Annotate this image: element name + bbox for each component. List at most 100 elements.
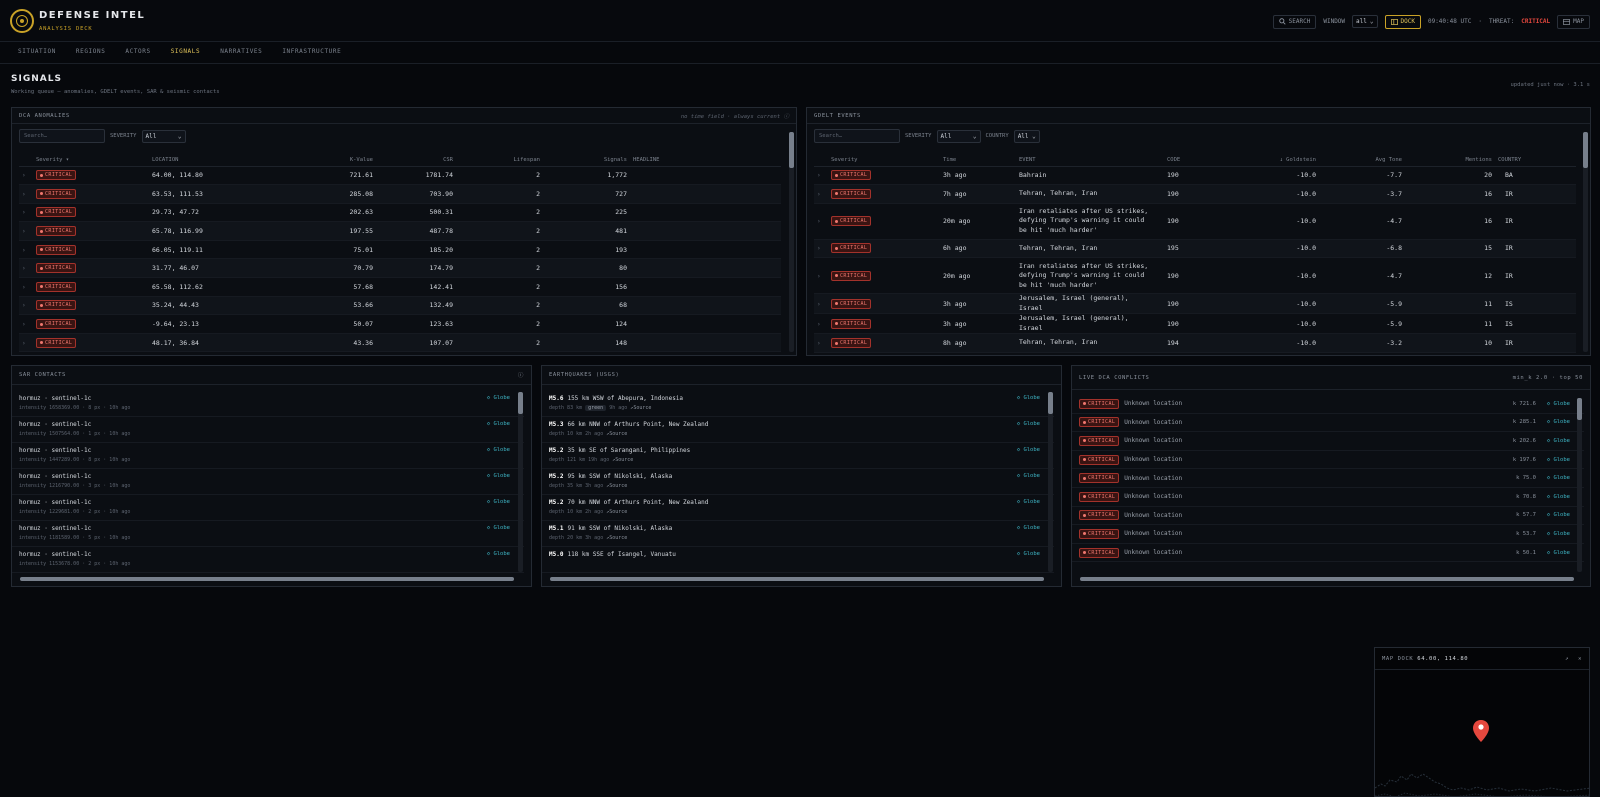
globe-link[interactable]: ◇ Globe (1017, 551, 1040, 557)
globe-link[interactable]: ◇ Globe (1547, 419, 1570, 425)
column-header[interactable]: HEADLINE (630, 154, 781, 167)
table-row[interactable]: › CRITICAL 35.24, 44.43 53.66 132.49 2 68 (19, 296, 781, 316)
info-icon[interactable]: ⓘ (518, 371, 524, 379)
globe-link[interactable]: ◇ Globe (1017, 525, 1040, 531)
chevron-right-icon[interactable]: › (22, 302, 26, 309)
table-row[interactable]: › CRITICAL 63.53, 111.53 285.08 703.90 2 727 (19, 184, 781, 204)
globe-link[interactable]: ◇ Globe (1547, 457, 1570, 463)
column-header[interactable]: Mentions (1405, 154, 1495, 167)
chevron-right-icon[interactable]: › (22, 191, 26, 198)
chevron-right-icon[interactable]: › (817, 218, 821, 225)
search-button[interactable]: SEARCH (1272, 14, 1317, 29)
globe-link[interactable]: ◇ Globe (1017, 447, 1040, 453)
column-header[interactable]: Severity ▾ (33, 154, 149, 167)
list-item[interactable]: hormuz · sentinel-1c intensity 1447289.00… (12, 443, 524, 469)
list-item[interactable]: CRITICAL Unknown location k 197.6 ◇ Globe (1072, 451, 1584, 470)
globe-link[interactable]: ◇ Globe (1547, 512, 1570, 518)
globe-link[interactable]: ◇ Globe (1547, 438, 1570, 444)
country-select[interactable]: All ⌄ (1013, 129, 1040, 143)
globe-link[interactable]: ◇ Globe (487, 551, 510, 557)
chevron-right-icon[interactable]: › (817, 191, 821, 198)
column-header[interactable]: Severity (828, 154, 940, 167)
list-item[interactable]: CRITICAL Unknown location k 50.1 ◇ Globe (1072, 544, 1584, 563)
scrollbar-thumb[interactable] (1048, 392, 1053, 414)
chevron-right-icon[interactable]: › (22, 209, 26, 216)
list-item[interactable]: hormuz · sentinel-1c intensity 1229681.00… (12, 495, 524, 521)
table-row[interactable]: › CRITICAL 66.05, 119.11 75.01 185.20 2 193 (19, 240, 781, 260)
close-icon[interactable]: ✕ (1578, 656, 1582, 662)
column-header[interactable]: Lifespan (456, 154, 543, 167)
table-row[interactable]: › CRITICAL 65.78, 116.99 197.55 487.78 2 481 (19, 221, 781, 241)
column-header[interactable]: K-Value (269, 154, 376, 167)
scrollbar[interactable] (1577, 398, 1582, 572)
list-item[interactable]: CRITICAL Unknown location k 721.6 ◇ Globe (1072, 395, 1584, 414)
list-item[interactable]: hormuz · sentinel-1c intensity 1658369.00… (12, 391, 524, 417)
globe-link[interactable]: ◇ Globe (487, 473, 510, 479)
list-item[interactable]: CRITICAL Unknown location k 285.1 ◇ Globe (1072, 414, 1584, 433)
globe-link[interactable]: ◇ Globe (1017, 421, 1040, 427)
globe-link[interactable]: ◇ Globe (1547, 531, 1570, 537)
list-item[interactable]: CRITICAL Unknown location k 75.0 ◇ Globe (1072, 469, 1584, 488)
globe-link[interactable]: ◇ Globe (487, 499, 510, 505)
map-pin-icon[interactable] (1473, 720, 1489, 742)
chevron-right-icon[interactable]: › (22, 228, 26, 235)
globe-link[interactable]: ◇ Globe (487, 447, 510, 453)
list-item[interactable]: M5.6 155 km WSW of Abepura, Indonesia dept… (542, 391, 1054, 417)
scrollbar-thumb[interactable] (1583, 132, 1588, 168)
list-item[interactable]: M5.0 118 km SSE of Isangel, Vanuatu ◇ Glob… (542, 547, 1054, 573)
chevron-right-icon[interactable]: › (817, 340, 821, 347)
table-row[interactable]: › CRITICAL 31.77, 46.07 70.79 174.79 2 80 (19, 258, 781, 279)
source-link[interactable]: ↗Source (606, 509, 627, 515)
chevron-right-icon[interactable]: › (22, 265, 26, 272)
dock-button[interactable]: DOCK (1384, 14, 1421, 29)
horizontal-scrollbar[interactable] (550, 577, 1044, 581)
tab-signals[interactable]: SIGNALS (160, 43, 211, 64)
table-row[interactable]: › CRITICAL 20m ago Iran retaliates after US… (814, 203, 1576, 240)
source-link[interactable]: ↗Source (606, 483, 627, 489)
list-item[interactable]: M5.2 35 km SE of Sarangani, Philippines de… (542, 443, 1054, 469)
list-item[interactable]: M5.2 95 km SSW of Nikolski, Alaska depth 3… (542, 469, 1054, 495)
search-input[interactable]: Search… (19, 129, 105, 143)
scrollbar-thumb[interactable] (1577, 398, 1582, 420)
horizontal-scrollbar[interactable] (1080, 577, 1574, 581)
scrollbar[interactable] (1048, 392, 1053, 572)
scrollbar-thumb[interactable] (518, 392, 523, 414)
table-row[interactable]: › CRITICAL 8h ago Tehran, Tehran, Iran 194 -1… (814, 333, 1576, 353)
globe-link[interactable]: ◇ Globe (1017, 499, 1040, 505)
column-header[interactable]: Time (940, 154, 1016, 167)
chevron-right-icon[interactable]: › (22, 172, 26, 179)
severity-select[interactable]: All ⌄ (141, 129, 186, 143)
chevron-right-icon[interactable]: › (22, 284, 26, 291)
table-row[interactable]: › CRITICAL 20m ago Iran retaliates after US… (814, 257, 1576, 295)
globe-link[interactable]: ◇ Globe (1547, 475, 1570, 481)
globe-link[interactable]: ◇ Globe (1547, 550, 1570, 556)
globe-link[interactable]: ◇ Globe (1547, 494, 1570, 500)
horizontal-scrollbar[interactable] (20, 577, 514, 581)
scrollbar-thumb[interactable] (789, 132, 794, 168)
source-link[interactable]: ↗Source (606, 535, 627, 541)
globe-link[interactable]: ◇ Globe (487, 421, 510, 427)
column-header[interactable]: Avg Tone (1319, 154, 1405, 167)
table-row[interactable]: › CRITICAL 64.00, 114.80 721.61 1781.74 2 1,77… (19, 166, 781, 186)
globe-link[interactable]: ◇ Globe (487, 525, 510, 531)
external-link-icon[interactable]: ↗ (1565, 656, 1569, 662)
table-row[interactable]: › CRITICAL 3h ago Bahrain 190 -10.0 -7.7 20 BA (814, 166, 1576, 186)
list-item[interactable]: hormuz · sentinel-1c intensity 1153678.00… (12, 547, 524, 573)
table-row[interactable]: › CRITICAL 6h ago Tehran, Tehran, Iran 195 -1… (814, 239, 1576, 259)
window-select[interactable]: all ⌄ (1352, 15, 1378, 28)
table-row[interactable]: › CRITICAL 29.73, 47.72 202.63 500.31 2 225 (19, 203, 781, 223)
chevron-right-icon[interactable]: › (22, 340, 26, 347)
column-header[interactable]: CSR (376, 154, 456, 167)
column-header[interactable]: CODE (1164, 154, 1214, 167)
chevron-right-icon[interactable]: › (22, 321, 26, 328)
table-row[interactable]: › CRITICAL -9.64, 23.13 50.07 123.63 2 124 (19, 314, 781, 334)
list-item[interactable]: M5.1 91 km SSW of Nikolski, Alaska depth 2… (542, 521, 1054, 547)
column-header[interactable]: EVENT (1016, 154, 1164, 167)
globe-link[interactable]: ◇ Globe (1547, 401, 1570, 407)
chevron-right-icon[interactable]: › (817, 273, 821, 280)
list-item[interactable]: hormuz · sentinel-1c intensity 1507564.00… (12, 417, 524, 443)
search-input[interactable]: Search… (814, 129, 900, 143)
source-link[interactable]: ↗Source (630, 405, 651, 411)
list-item[interactable]: hormuz · sentinel-1c intensity 1181589.00… (12, 521, 524, 547)
column-header[interactable]: ↓ Goldstein (1214, 154, 1319, 167)
